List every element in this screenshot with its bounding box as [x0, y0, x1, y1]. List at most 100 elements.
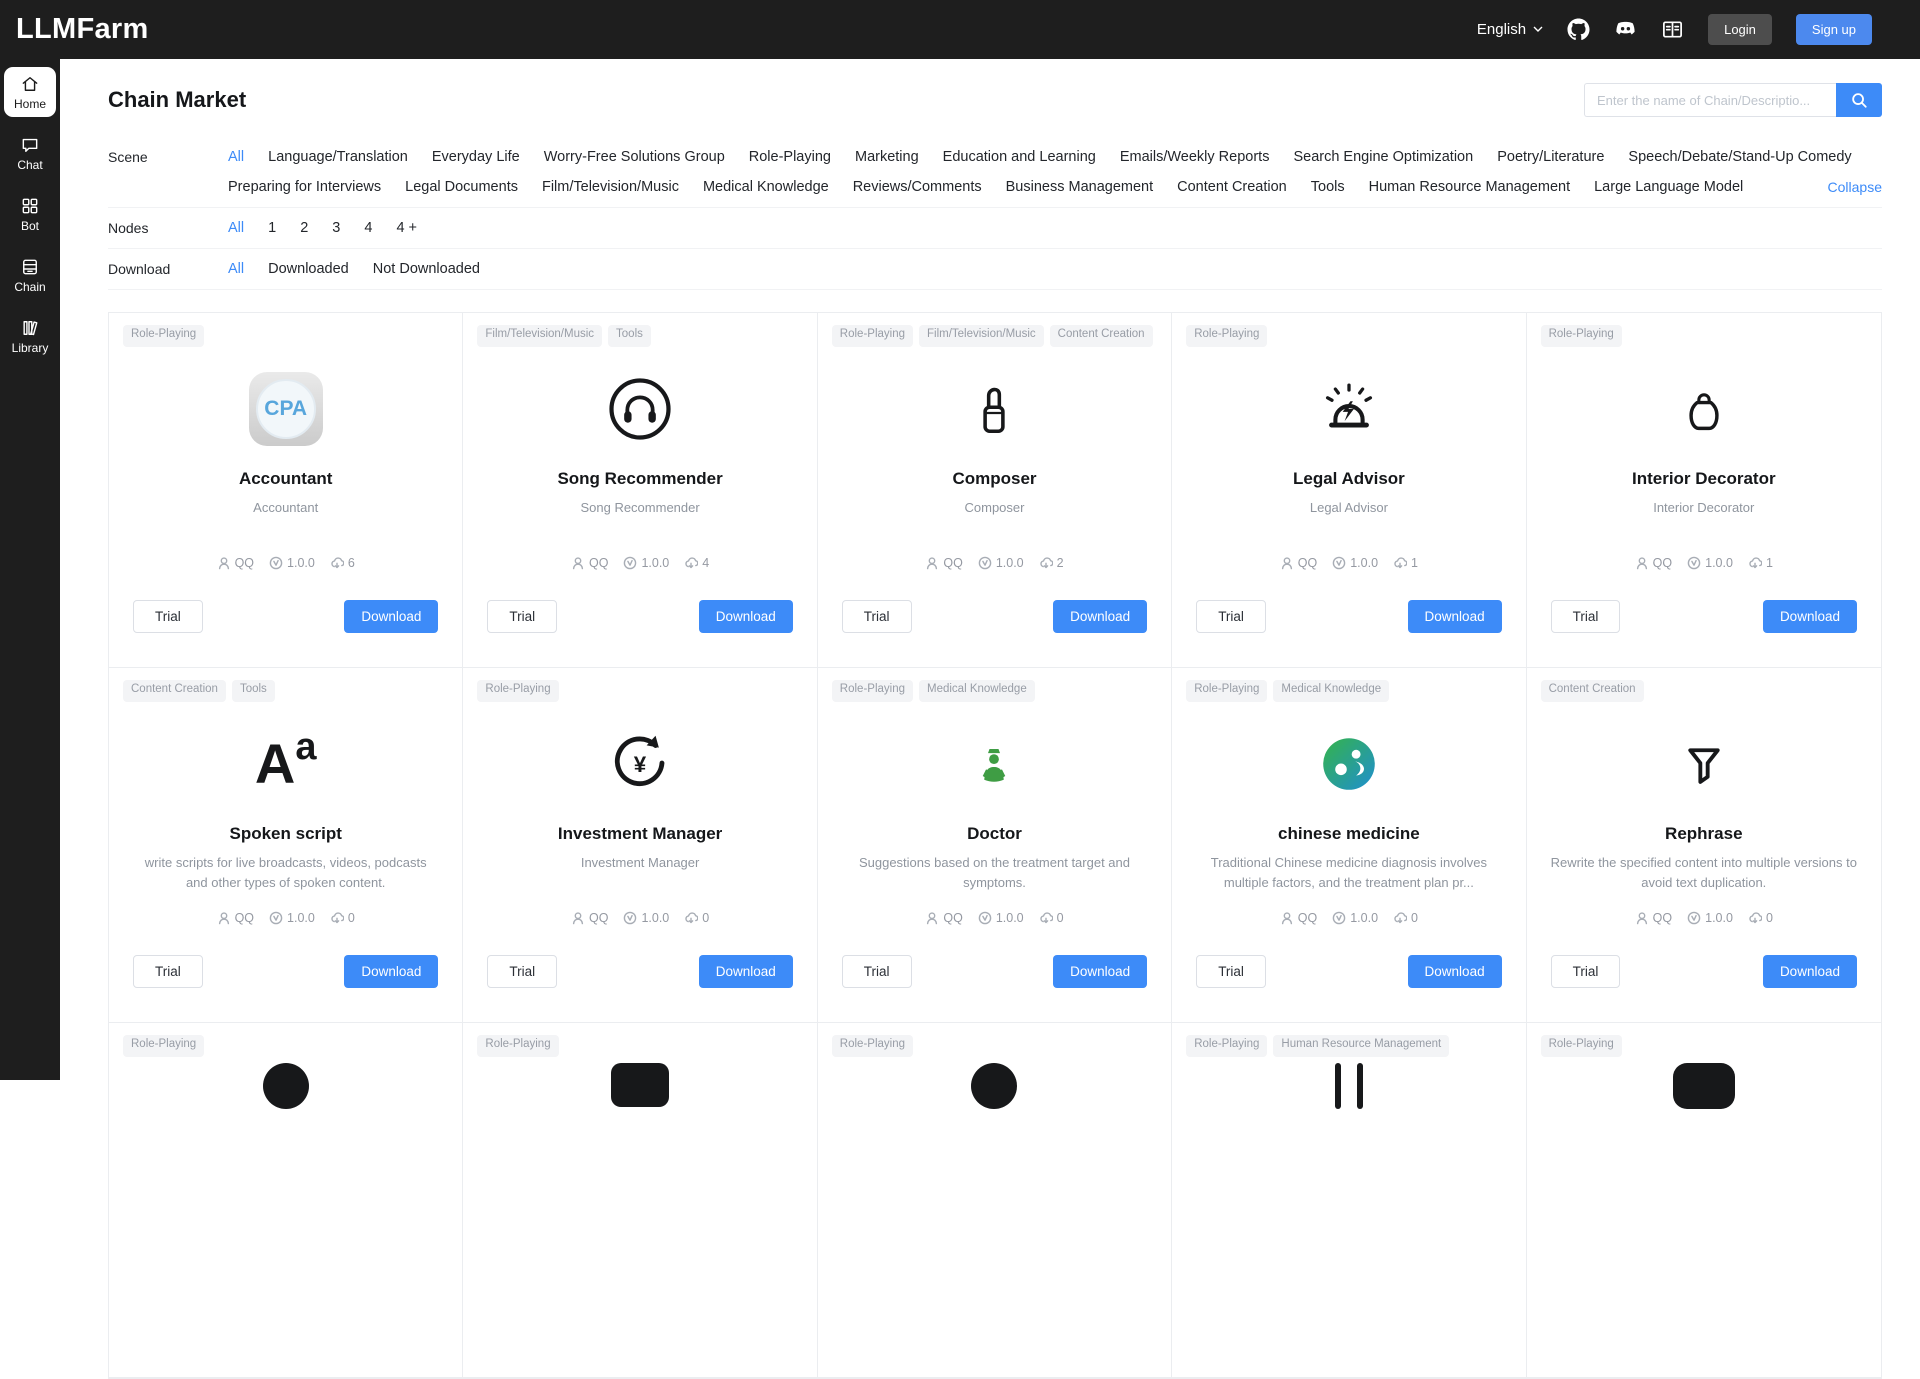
trial-button[interactable]: Trial — [842, 955, 912, 988]
download-cloud-icon — [1039, 556, 1053, 570]
sidebar-item-chat[interactable]: Chat — [4, 128, 56, 178]
search-button[interactable] — [1836, 83, 1882, 117]
trial-button[interactable]: Trial — [1196, 600, 1266, 633]
download-button[interactable]: Download — [1408, 600, 1502, 633]
trial-button[interactable]: Trial — [1551, 955, 1621, 988]
home-icon — [20, 74, 40, 94]
docs-icon[interactable] — [1661, 18, 1684, 41]
title-row: Chain Market — [108, 83, 1882, 117]
download-button[interactable]: Download — [1408, 955, 1502, 988]
sidebar-item-bot[interactable]: Bot — [4, 189, 56, 239]
nodes-filter-option[interactable]: 3 — [332, 219, 340, 237]
version-icon — [623, 911, 637, 925]
trial-button[interactable]: Trial — [1196, 955, 1266, 988]
scene-filter-option[interactable]: Search Engine Optimization — [1293, 148, 1473, 166]
chain-card[interactable]: Role-PlayingMedical Knowledge chinese me… — [1172, 668, 1526, 1023]
language-selector[interactable]: English — [1477, 21, 1543, 38]
user-icon — [217, 556, 231, 570]
search-input[interactable] — [1584, 83, 1836, 117]
app-logo: LLMFarm — [16, 13, 149, 46]
card-author: QQ — [1280, 911, 1317, 925]
sidebar-item-library[interactable]: Library — [4, 311, 56, 361]
scene-filter-option[interactable]: Everyday Life — [432, 148, 520, 166]
sidebar-item-home[interactable]: Home — [4, 67, 56, 117]
chain-card[interactable]: Role-PlayingHuman Resource Management — [1172, 1023, 1526, 1378]
nodes-filter-option[interactable]: 4 + — [396, 219, 417, 237]
scene-filter-option[interactable]: Emails/Weekly Reports — [1120, 148, 1270, 166]
scene-filter-option[interactable]: Medical Knowledge — [703, 178, 829, 196]
trial-button[interactable]: Trial — [133, 955, 203, 988]
scene-filter-option[interactable]: Role-Playing — [749, 148, 831, 166]
scene-filter-option[interactable]: Human Resource Management — [1369, 178, 1571, 196]
chain-card[interactable]: Role-PlayingFilm/Television/MusicContent… — [818, 313, 1172, 668]
scene-filter-option[interactable]: Preparing for Interviews — [228, 178, 381, 196]
scene-filter-option[interactable]: Business Management — [1006, 178, 1154, 196]
card-downloads: 1 — [1393, 556, 1418, 570]
card-version: 1.0.0 — [1687, 911, 1733, 925]
chain-card[interactable]: Content CreationTools Aa Spoken script w… — [109, 668, 463, 1023]
chain-card[interactable]: Film/Television/MusicTools Song Recommen… — [463, 313, 817, 668]
collapse-link[interactable]: Collapse — [1828, 178, 1882, 196]
scene-filter-option[interactable]: Speech/Debate/Stand-Up Comedy — [1628, 148, 1851, 166]
card-icon-area: Aa — [123, 712, 448, 816]
chain-card[interactable]: Role-Playing Interior Decorator Interior… — [1527, 313, 1881, 668]
card-icon-area — [1541, 712, 1867, 816]
card-tag: Role-Playing — [1186, 680, 1267, 702]
chain-card[interactable]: Role-Playing — [1527, 1023, 1881, 1378]
scene-filter-option[interactable]: Worry-Free Solutions Group — [544, 148, 725, 166]
chain-card[interactable]: Role-Playing CPA Accountant Accountant Q… — [109, 313, 463, 668]
download-cloud-icon — [330, 911, 344, 925]
funnel-icon — [1671, 731, 1737, 797]
download-filter-option[interactable]: Downloaded — [268, 260, 349, 278]
card-actions: Trial Download — [133, 600, 438, 633]
chain-card[interactable]: Role-PlayingMedical Knowledge Doctor Sug… — [818, 668, 1172, 1023]
scene-filter-option[interactable]: All — [228, 148, 244, 166]
chain-card[interactable]: Role-Playing — [463, 1023, 817, 1378]
nodes-filter-option[interactable]: 2 — [300, 219, 308, 237]
scene-filter-option[interactable]: Reviews/Comments — [853, 178, 982, 196]
scene-filter-option[interactable]: Legal Documents — [405, 178, 518, 196]
trial-button[interactable]: Trial — [487, 955, 557, 988]
trial-button[interactable]: Trial — [1551, 600, 1621, 633]
chain-card[interactable]: Content Creation Rephrase Rewrite the sp… — [1527, 668, 1881, 1023]
github-icon[interactable] — [1567, 18, 1590, 41]
download-button[interactable]: Download — [699, 955, 793, 988]
download-button[interactable]: Download — [344, 600, 438, 633]
trial-button[interactable]: Trial — [487, 600, 557, 633]
nodes-filter-option[interactable]: 4 — [364, 219, 372, 237]
signup-button[interactable]: Sign up — [1796, 14, 1872, 45]
download-filter-option[interactable]: All — [228, 260, 244, 278]
download-button[interactable]: Download — [1763, 600, 1857, 633]
nodes-filter-option[interactable]: All — [228, 219, 244, 237]
scene-filter-option[interactable]: Language/Translation — [268, 148, 408, 166]
scene-filter-option[interactable]: Education and Learning — [943, 148, 1096, 166]
trial-button[interactable]: Trial — [133, 600, 203, 633]
scene-filter-option[interactable]: Poetry/Literature — [1497, 148, 1604, 166]
sidebar-item-chain[interactable]: Chain — [4, 250, 56, 300]
chain-card[interactable]: Role-Playing — [818, 1023, 1172, 1378]
download-button[interactable]: Download — [1053, 955, 1147, 988]
card-meta: QQ 1.0.0 1 — [1172, 556, 1525, 570]
scene-filter-option[interactable]: Content Creation — [1177, 178, 1287, 196]
download-filter-option[interactable]: Not Downloaded — [373, 260, 480, 278]
card-downloads: 0 — [1748, 911, 1773, 925]
scene-filter-option[interactable]: Film/Television/Music — [542, 178, 679, 196]
download-button[interactable]: Download — [344, 955, 438, 988]
trial-button[interactable]: Trial — [842, 600, 912, 633]
chain-card[interactable]: Role-Playing Legal Advisor Legal Advisor… — [1172, 313, 1526, 668]
card-tags: Role-Playing — [1541, 1035, 1867, 1057]
scene-filter-option[interactable]: Tools — [1311, 178, 1345, 196]
card-tag: Content Creation — [1541, 680, 1644, 702]
download-button[interactable]: Download — [1053, 600, 1147, 633]
card-version: 1.0.0 — [269, 911, 315, 925]
nodes-filter-option[interactable]: 1 — [268, 219, 276, 237]
discord-icon[interactable] — [1614, 18, 1637, 41]
chain-card[interactable]: Role-Playing ¥ Investment Manager Invest… — [463, 668, 817, 1023]
login-button[interactable]: Login — [1708, 14, 1772, 45]
scene-filter-option[interactable]: Large Language Model — [1594, 178, 1743, 196]
scene-filter-option[interactable]: Marketing — [855, 148, 919, 166]
chain-card[interactable]: Role-Playing — [109, 1023, 463, 1378]
download-button[interactable]: Download — [699, 600, 793, 633]
download-button[interactable]: Download — [1763, 955, 1857, 988]
version-icon — [269, 911, 283, 925]
